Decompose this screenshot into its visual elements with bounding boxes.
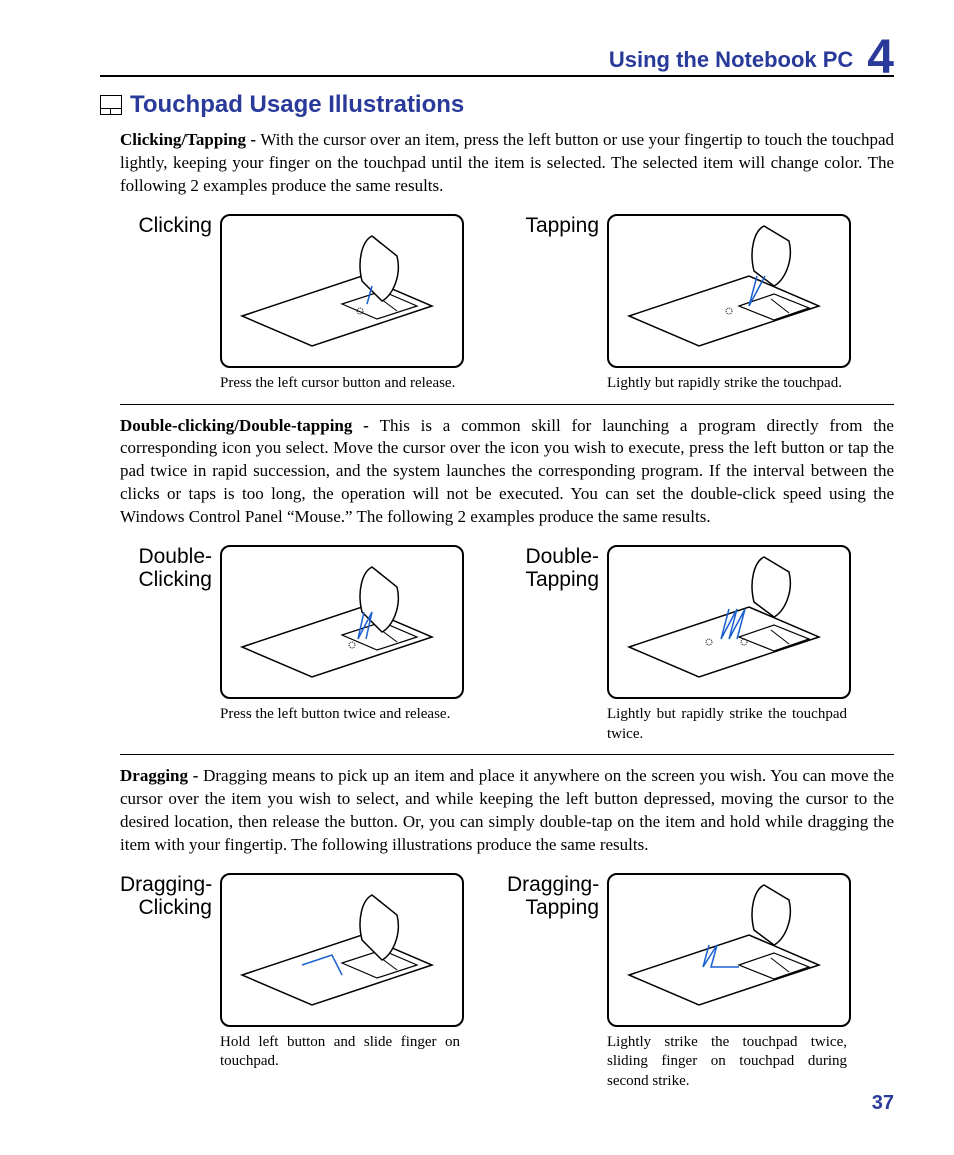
dragging-tapping-label: Dragging- Tapping — [507, 873, 607, 919]
lead: Dragging - — [120, 766, 203, 785]
page-number: 37 — [872, 1092, 894, 1115]
lead: Clicking/Tapping - — [120, 130, 260, 149]
chapter-number: 4 — [867, 36, 894, 79]
dragging-clicking-caption: Hold left button and slide finger on tou… — [220, 1033, 460, 1072]
double-clicking-figure: Press the left button twice and release. — [220, 545, 464, 725]
header-title: Using the Notebook PC — [609, 47, 853, 73]
paragraph-dragging: Dragging - Dragging means to pick up an … — [120, 765, 894, 857]
clicking-col: Clicking Press the left cursor button an… — [120, 214, 507, 394]
clicking-label: Clicking — [120, 214, 220, 237]
manual-page: Using the Notebook PC 4 Touchpad Usage I… — [0, 0, 954, 1155]
dragging-tapping-col: Dragging- Tapping Lightly strike the tou… — [507, 873, 894, 1092]
paragraph-doubleclick: Double-clicking/Double-tapping - This is… — [120, 415, 894, 530]
page-header: Using the Notebook PC 4 — [100, 30, 894, 77]
double-clicking-col: Double- Clicking Press the left button t… — [120, 545, 507, 744]
dragging-tapping-caption: Lightly strike the touchpad twice, slidi… — [607, 1033, 847, 1092]
double-clicking-label: Double- Clicking — [120, 545, 220, 591]
dragging-clicking-figure: Hold left button and slide finger on tou… — [220, 873, 464, 1072]
lead: Double-clicking/Double-tapping - — [120, 416, 380, 435]
dragging-tapping-figure: Lightly strike the touchpad twice, slidi… — [607, 873, 851, 1092]
double-tapping-caption: Lightly but rapidly strike the touchpad … — [607, 705, 847, 744]
tapping-label: Tapping — [507, 214, 607, 237]
dragging-clicking-label: Dragging- Clicking — [120, 873, 220, 919]
divider — [120, 404, 894, 405]
touchpad-icon — [100, 95, 122, 115]
double-tapping-figure: Lightly but rapidly strike the touchpad … — [607, 545, 851, 744]
divider — [120, 754, 894, 755]
tapping-figure: Lightly but rapidly strike the touchpad. — [607, 214, 851, 394]
figure-pair-1: Clicking Press the left cursor button an… — [120, 214, 894, 394]
tapping-col: Tapping Lightly but rapidly strike the t… — [507, 214, 894, 394]
clicking-caption: Press the left cursor button and release… — [220, 374, 460, 394]
double-clicking-caption: Press the left button twice and release. — [220, 705, 460, 725]
section-title: Touchpad Usage Illustrations — [130, 91, 464, 119]
para-text: Dragging means to pick up an item and pl… — [120, 766, 894, 854]
dragging-clicking-col: Dragging- Clicking Hold left button and … — [120, 873, 507, 1092]
paragraph-clicking: Clicking/Tapping - With the cursor over … — [120, 129, 894, 198]
clicking-figure: Press the left cursor button and release… — [220, 214, 464, 394]
figure-pair-3: Dragging- Clicking Hold left button and … — [120, 873, 894, 1092]
section-heading: Touchpad Usage Illustrations — [100, 91, 894, 119]
tapping-caption: Lightly but rapidly strike the touchpad. — [607, 374, 847, 394]
double-tapping-col: Double- Tapping Lightly but rapidly stri… — [507, 545, 894, 744]
double-tapping-label: Double- Tapping — [507, 545, 607, 591]
figure-pair-2: Double- Clicking Press the left button t… — [120, 545, 894, 744]
